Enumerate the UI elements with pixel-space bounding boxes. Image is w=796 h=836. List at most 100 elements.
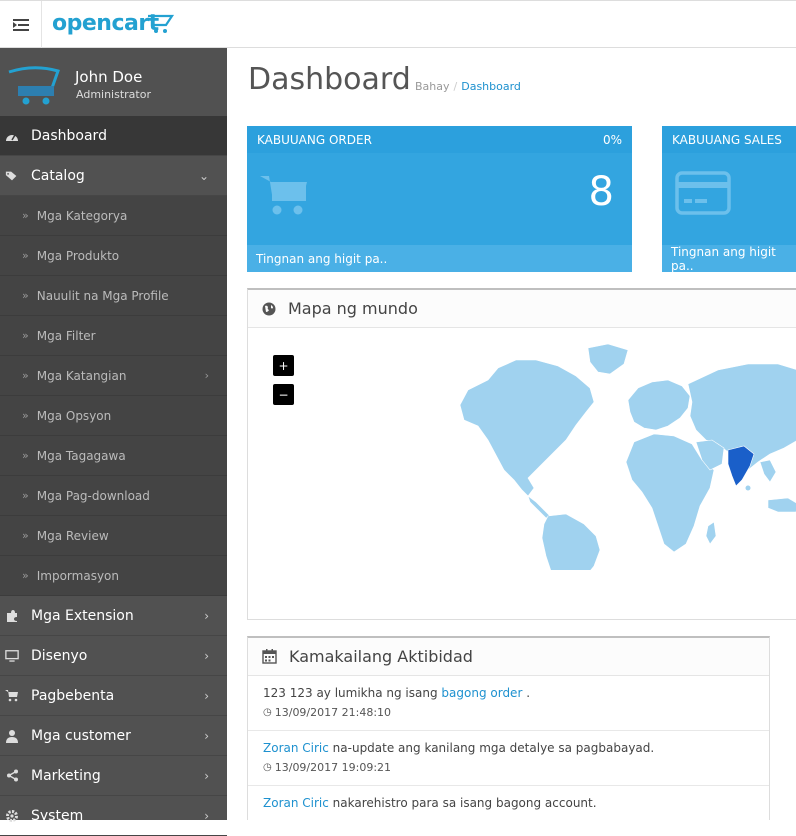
map-indonesia <box>767 497 796 513</box>
chevron-right-icon: › <box>204 729 209 743</box>
menu-toggle-button[interactable] <box>0 1 42 48</box>
nav-sub-label: Mga Kategorya <box>36 208 128 223</box>
nav-dashboard[interactable]: Dashboard <box>0 116 227 156</box>
nav-sub-review[interactable]: » Mga Review <box>0 516 227 556</box>
shopping-cart-icon <box>5 689 19 703</box>
activity-text: 123 123 ay lumikha ng isang <box>263 686 442 700</box>
nav-sub-label: Mga Pag-download <box>36 488 150 503</box>
chevron-right-icon: › <box>204 809 209 823</box>
dashboard-icon <box>5 129 19 143</box>
nav-marketing-label: Marketing <box>31 767 101 784</box>
double-chevron-icon: » <box>22 489 29 502</box>
double-chevron-icon: » <box>22 249 29 262</box>
clock-icon: ◷ <box>263 707 272 718</box>
nav-system[interactable]: System › <box>0 796 227 836</box>
tile-total-sales: KABUUANG SALES Tingnan ang higit pa.. <box>662 126 796 273</box>
profile-role: Administrator <box>76 88 151 101</box>
nav-sub-label: Impormasyon <box>36 568 119 583</box>
opencart-logo[interactable]: opencart <box>52 11 159 36</box>
nav-sub-recurring-profile[interactable]: » Nauulit na Mga Profile <box>0 276 227 316</box>
map-india <box>727 445 755 487</box>
profile-logo-icon <box>8 66 60 105</box>
map-central-america <box>527 495 551 519</box>
page-title: Dashboard <box>248 62 411 97</box>
nav-sub-pag-download[interactable]: » Mga Pag-download <box>0 476 227 516</box>
gear-icon <box>5 809 19 823</box>
tile-orders-more-link[interactable]: Tingnan ang higit pa.. <box>247 245 632 272</box>
nav-sub-label: Nauulit na Mga Profile <box>36 288 169 303</box>
puzzle-icon <box>5 609 19 623</box>
chevron-right-icon: › <box>204 369 209 382</box>
breadcrumb-home[interactable]: Bahay <box>415 80 450 93</box>
breadcrumb-current[interactable]: Dashboard <box>461 80 521 93</box>
activity-link[interactable]: Zoran Ciric <box>263 741 329 755</box>
breadcrumb: Bahay / Dashboard <box>415 80 521 93</box>
shopping-cart-icon <box>260 176 307 215</box>
chevron-right-icon: › <box>204 689 209 703</box>
recent-activity-panel: Kamakailang Aktibidad 123 123 ay lumikha… <box>247 636 770 820</box>
nav-dashboard-label: Dashboard <box>31 127 107 144</box>
user-profile[interactable]: John Doe Administrator <box>0 48 227 116</box>
map-north-america <box>459 359 595 497</box>
share-icon <box>5 769 19 783</box>
activity-item: Zoran Ciric nakarehistro para sa isang b… <box>248 786 769 820</box>
calendar-icon <box>262 649 277 664</box>
nav-sub-label: Mga Filter <box>36 328 96 343</box>
nav-sub-tagagawa[interactable]: » Mga Tagagawa <box>0 436 227 476</box>
nav-sub-katangian[interactable]: » Mga Katangian › <box>0 356 227 396</box>
recent-activity-title: Kamakailang Aktibidad <box>289 647 473 666</box>
monitor-icon <box>5 649 19 663</box>
map-greenland <box>587 343 629 375</box>
profile-name: John Doe <box>75 68 143 86</box>
nav-marketing[interactable]: Marketing › <box>0 756 227 796</box>
zoom-out-button[interactable]: − <box>273 384 294 405</box>
double-chevron-icon: » <box>22 529 29 542</box>
tile-orders-title: KABUUANG ORDER <box>257 132 372 147</box>
activity-link[interactable]: Zoran Ciric <box>263 796 329 810</box>
map-europe <box>627 379 691 431</box>
top-header: opencart <box>0 0 796 48</box>
nav-extension-label: Mga Extension <box>31 607 134 624</box>
activity-item: 123 123 ay lumikha ng isang bagong order… <box>248 676 769 731</box>
chevron-down-icon: ⌄ <box>198 169 209 183</box>
nav-sub-impormasyon[interactable]: » Impormasyon <box>0 556 227 596</box>
map-south-america <box>541 513 601 570</box>
chevron-right-icon: › <box>204 769 209 783</box>
nav-sub-produkto[interactable]: » Mga Produkto <box>0 236 227 276</box>
tags-icon <box>5 169 19 183</box>
nav-sub-label: Mga Tagagawa <box>36 448 126 463</box>
user-icon <box>5 729 19 743</box>
nav-extension[interactable]: Mga Extension › <box>0 596 227 636</box>
nav-pagbebenta[interactable]: Pagbebenta › <box>0 676 227 716</box>
globe-icon <box>262 302 276 316</box>
activity-time: 13/09/2017 21:48:10 <box>274 706 392 719</box>
world-map-panel: Mapa ng mundo + − <box>247 288 796 620</box>
menu-toggle-icon <box>12 18 29 31</box>
clock-icon: ◷ <box>263 762 272 773</box>
chevron-right-icon: › <box>204 649 209 663</box>
double-chevron-icon: » <box>22 209 29 222</box>
nav-customer-label: Mga customer <box>31 727 131 744</box>
tile-orders-percent: 0% <box>602 132 622 147</box>
nav-catalog[interactable]: Catalog ⌄ <box>0 156 227 196</box>
main-content: Dashboard Bahay / Dashboard KABUUANG ORDER… <box>227 48 796 820</box>
tile-total-orders: KABUUANG ORDER 0% 8 Tingnan ang higit pa… <box>247 126 632 272</box>
tile-sales-more-link[interactable]: Tingnan ang higit pa.. <box>662 245 796 273</box>
zoom-in-button[interactable]: + <box>273 355 294 376</box>
nav-sub-label: Mga Produkto <box>36 248 120 263</box>
activity-link[interactable]: bagong order <box>441 686 522 700</box>
nav-sub-filter[interactable]: » Mga Filter <box>0 316 227 356</box>
nav-sub-label: Mga Review <box>36 528 109 543</box>
sidebar: John Doe Administrator Dashboard Catalog… <box>0 48 227 836</box>
nav-customer[interactable]: Mga customer › <box>0 716 227 756</box>
nav-pagbebenta-label: Pagbebenta <box>31 687 115 704</box>
nav-disenyo[interactable]: Disenyo › <box>0 636 227 676</box>
double-chevron-icon: » <box>22 369 29 382</box>
activity-text: nakarehistro para sa isang bagong accoun… <box>328 796 597 810</box>
credit-card-icon <box>675 171 731 215</box>
nav-sub-opsyon[interactable]: » Mga Opsyon <box>0 396 227 436</box>
double-chevron-icon: » <box>22 329 29 342</box>
logo-cart-icon <box>148 14 175 33</box>
nav-sub-kategorya[interactable]: » Mga Kategorya <box>0 196 227 236</box>
world-map[interactable] <box>398 330 796 570</box>
